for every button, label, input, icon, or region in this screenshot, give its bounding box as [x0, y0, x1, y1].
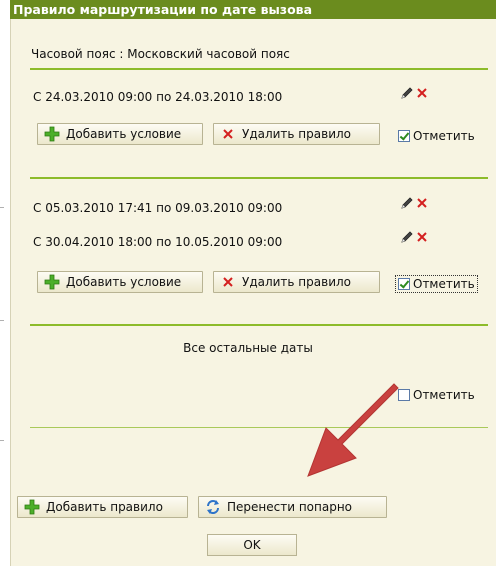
- rule-2-range-1: С 05.03.2010 17:41 по 09.03.2010 09:00: [33, 201, 283, 215]
- timezone-label: Часовой пояс : Московский часовой пояс: [31, 47, 290, 61]
- checkbox[interactable]: [398, 130, 410, 142]
- rule-2-range-2: С 30.04.2010 18:00 по 10.05.2010 09:00: [33, 235, 283, 249]
- mark-label: Отметить: [413, 277, 475, 291]
- delete-rule-button[interactable]: Удалить правило: [213, 271, 380, 293]
- rule-2-range-1-actions: [401, 197, 427, 209]
- pencil-icon[interactable]: [401, 231, 413, 243]
- blue-refresh-icon: [207, 500, 219, 514]
- add-condition-label: Добавить условие: [66, 275, 182, 289]
- scroll-tick: [0, 440, 4, 441]
- green-plus-icon: [24, 499, 40, 515]
- separator: [30, 68, 488, 70]
- rule-1-range-1: С 24.03.2010 09:00 по 24.03.2010 18:00: [33, 90, 283, 104]
- checkbox[interactable]: [398, 278, 410, 290]
- rule-2-mark-checkbox[interactable]: Отметить: [395, 275, 478, 293]
- mark-label: Отметить: [413, 388, 475, 402]
- dialog-title: Правило маршрутизации по дате вызова: [10, 0, 496, 19]
- rule-1-mark-checkbox[interactable]: Отметить: [398, 129, 475, 143]
- rule-1-range-1-actions: [401, 87, 427, 99]
- separator: [30, 427, 488, 428]
- add-rule-button[interactable]: Добавить правило: [17, 496, 188, 518]
- annotation-arrow: [307, 383, 399, 477]
- pencil-icon[interactable]: [401, 197, 413, 209]
- scroll-tick: [0, 320, 4, 321]
- red-x-icon: [223, 129, 233, 139]
- separator: [30, 324, 488, 326]
- add-condition-button[interactable]: Добавить условие: [37, 271, 203, 293]
- ok-button[interactable]: OK: [207, 534, 297, 556]
- delete-x-icon[interactable]: [417, 198, 427, 208]
- green-plus-icon: [44, 274, 60, 290]
- add-rule-label: Добавить правило: [46, 500, 163, 514]
- separator: [30, 177, 488, 179]
- red-x-icon: [223, 277, 233, 287]
- mark-label: Отметить: [413, 129, 475, 143]
- scroll-tick: [0, 207, 4, 208]
- swap-pairwise-label: Перенести попарно: [227, 500, 353, 514]
- swap-pairwise-button[interactable]: Перенести попарно: [198, 496, 387, 518]
- add-condition-label: Добавить условие: [66, 127, 182, 141]
- delete-x-icon[interactable]: [417, 232, 427, 242]
- pencil-icon[interactable]: [401, 87, 413, 99]
- delete-rule-button[interactable]: Удалить правило: [213, 123, 380, 145]
- rule-2-range-2-actions: [401, 231, 427, 243]
- delete-rule-label: Удалить правило: [242, 127, 352, 141]
- other-dates-label: Все остальные даты: [183, 341, 313, 355]
- add-condition-button[interactable]: Добавить условие: [37, 123, 203, 145]
- delete-x-icon[interactable]: [417, 88, 427, 98]
- green-plus-icon: [44, 126, 60, 142]
- delete-rule-label: Удалить правило: [242, 275, 352, 289]
